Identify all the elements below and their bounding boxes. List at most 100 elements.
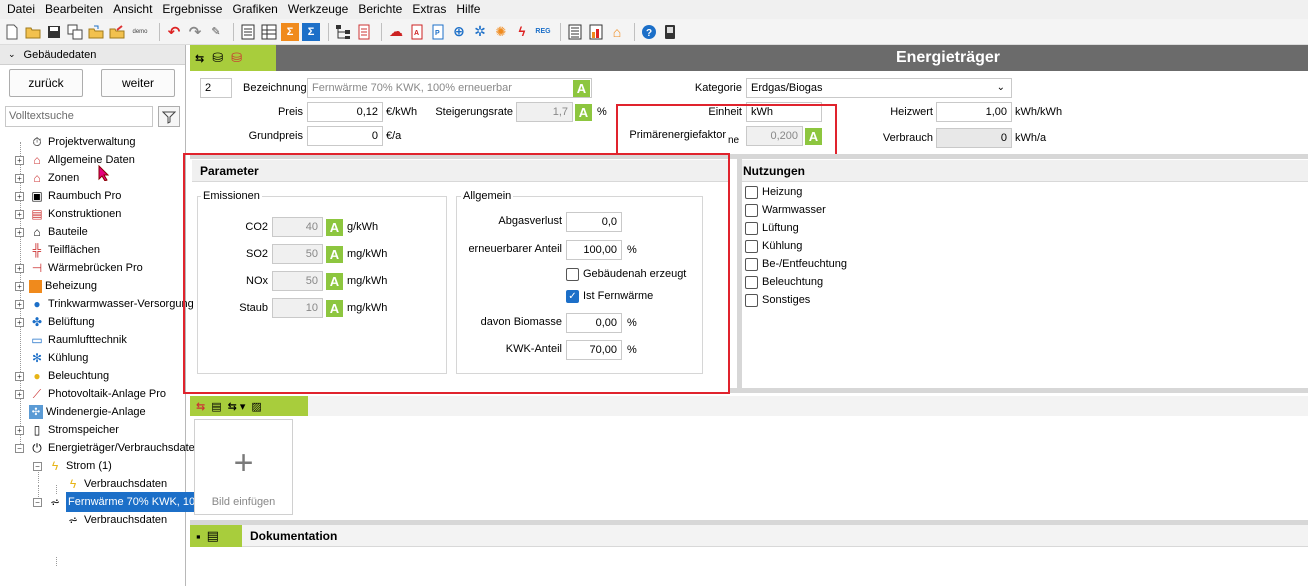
- database-red-icon[interactable]: ⛁: [231, 50, 242, 66]
- chart-icon[interactable]: [587, 23, 605, 41]
- checkbox-box[interactable]: [745, 293, 758, 307]
- tree-item-strom[interactable]: − ϟ Strom (1): [33, 457, 112, 475]
- report-icon[interactable]: [239, 23, 257, 41]
- help-icon[interactable]: ?: [640, 23, 658, 41]
- demo-icon[interactable]: demo: [129, 23, 151, 41]
- tree-item-waermebruecken[interactable]: + ⊣ Wärmebrücken Pro: [15, 259, 143, 277]
- tree-item-windenergie[interactable]: ✣ Windenergie-Anlage: [15, 403, 146, 421]
- tree-item-zonen[interactable]: + ⌂ Zonen: [15, 169, 79, 187]
- menu-grafiken[interactable]: Grafiken: [227, 0, 282, 19]
- calc-icon[interactable]: [355, 23, 373, 41]
- tree-item-beheizung[interactable]: + Beheizung: [15, 277, 97, 295]
- expand-icon[interactable]: +: [15, 371, 24, 381]
- document-icon[interactable]: ▤: [207, 528, 219, 544]
- expand-icon[interactable]: +: [15, 155, 24, 165]
- tree-item-raumbuch[interactable]: + ▣ Raumbuch Pro: [15, 187, 121, 205]
- reg-icon[interactable]: REG: [534, 23, 552, 41]
- kategorie-select[interactable]: Erdgas/Biogas ⌄: [746, 78, 1012, 98]
- expand-icon[interactable]: +: [15, 389, 24, 399]
- phone-icon[interactable]: [661, 23, 679, 41]
- forward-button[interactable]: weiter: [101, 69, 175, 97]
- auto-button-steigerung[interactable]: A: [575, 104, 592, 121]
- nutzung-kuehlung[interactable]: Kühlung: [745, 238, 802, 254]
- paste-icon[interactable]: ▤: [211, 400, 221, 413]
- menu-berichte[interactable]: Berichte: [353, 0, 407, 19]
- heat-icon[interactable]: ☁: [387, 23, 405, 41]
- checkbox-box[interactable]: [745, 221, 758, 235]
- menu-hilfe[interactable]: Hilfe: [451, 0, 485, 19]
- expand-icon[interactable]: +: [15, 425, 24, 435]
- copy-icon[interactable]: [66, 23, 84, 41]
- menu-ergebnisse[interactable]: Ergebnisse: [157, 0, 227, 19]
- redo-icon[interactable]: ↷: [186, 23, 204, 41]
- menu-bearbeiten[interactable]: Bearbeiten: [40, 0, 108, 19]
- tree-item-teilflaechen[interactable]: ╬ Teilflächen: [15, 241, 100, 259]
- left-panel-header[interactable]: ⌄ Gebäudedaten: [0, 45, 185, 65]
- sun-icon[interactable]: ✺: [492, 23, 510, 41]
- collapse-icon[interactable]: −: [15, 443, 24, 453]
- nr-field[interactable]: 2: [200, 78, 232, 98]
- bezeichnung-field[interactable]: Fernwärme 70% KWK, 100% erneuerbar: [307, 78, 592, 98]
- structure-icon[interactable]: [334, 23, 352, 41]
- add-link-icon[interactable]: ⇆: [196, 400, 205, 413]
- nutzung-lueftung[interactable]: Lüftung: [745, 220, 799, 236]
- back-button[interactable]: zurück: [9, 69, 83, 97]
- expand-icon[interactable]: +: [15, 281, 24, 291]
- save-icon[interactable]: [45, 23, 63, 41]
- export-icon[interactable]: [108, 23, 126, 41]
- settings-icon[interactable]: ✲: [471, 23, 489, 41]
- tree-item-konstruktionen[interactable]: + ▤ Konstruktionen: [15, 205, 121, 223]
- search-input[interactable]: Volltextsuche: [5, 106, 153, 127]
- filter-button[interactable]: [158, 106, 180, 127]
- nutzung-beleuchtung[interactable]: Beleuchtung: [745, 274, 823, 290]
- tree-item-allgemeine-daten[interactable]: + ⌂ Allgemeine Daten: [15, 151, 135, 169]
- verbrauch-field[interactable]: 0: [936, 128, 1012, 148]
- doc-icon[interactable]: P: [429, 23, 447, 41]
- open-folder-icon[interactable]: [24, 23, 42, 41]
- expand-icon[interactable]: +: [15, 299, 24, 309]
- tree-item-trinkwarmwasser[interactable]: + ● Trinkwarmwasser-Versorgung: [15, 295, 194, 313]
- nutzung-entfeuchtung[interactable]: Be-/Entfeuchtung: [745, 256, 847, 272]
- expand-icon[interactable]: +: [15, 173, 24, 183]
- tree-item-raumlufttechnik[interactable]: ▭ Raumlufttechnik: [15, 331, 127, 349]
- expand-icon[interactable]: +: [15, 317, 24, 327]
- lightning-icon[interactable]: ϟ: [513, 23, 531, 41]
- tree-item-energietraeger[interactable]: − ⏻ Energieträger/Verbrauchsdaten: [15, 439, 201, 457]
- table-icon[interactable]: [260, 23, 278, 41]
- heizwert-field[interactable]: 1,00: [936, 102, 1012, 122]
- nutzung-warmwasser[interactable]: Warmwasser: [745, 202, 826, 218]
- checkbox-box[interactable]: [745, 275, 758, 289]
- tree-item-belueftung[interactable]: + ✤ Belüftung: [15, 313, 94, 331]
- auto-button-bezeichnung[interactable]: A: [573, 80, 590, 97]
- zoom-icon[interactable]: ⊕: [450, 23, 468, 41]
- chevron-down-icon[interactable]: ⌄: [8, 49, 16, 60]
- tree-item-kuehlung[interactable]: ✻ Kühlung: [15, 349, 88, 367]
- expand-icon[interactable]: +: [15, 209, 24, 219]
- nutzung-heizung[interactable]: Heizung: [745, 184, 802, 200]
- checkbox-box[interactable]: [745, 239, 758, 253]
- database-icon[interactable]: ⛁: [212, 50, 223, 66]
- expand-icon[interactable]: +: [15, 191, 24, 201]
- preis-field[interactable]: 0,12: [307, 102, 383, 122]
- tree-item-strom-verbrauchsdaten[interactable]: ϟ Verbrauchsdaten: [51, 475, 167, 493]
- undo-icon[interactable]: ↶: [165, 23, 183, 41]
- steigerung-field[interactable]: 1,7: [516, 102, 573, 122]
- menu-extras[interactable]: Extras: [407, 0, 451, 19]
- save-icon[interactable]: ▪: [196, 529, 201, 544]
- image-icon[interactable]: ▨: [251, 400, 261, 413]
- move-icon[interactable]: ⇆: [195, 52, 204, 65]
- checkbox-box[interactable]: [745, 257, 758, 271]
- menu-werkzeuge[interactable]: Werkzeuge: [283, 0, 353, 19]
- nutzung-sonstiges[interactable]: Sonstiges: [745, 292, 810, 308]
- collapse-icon[interactable]: −: [33, 497, 42, 507]
- tree-item-projektverwaltung[interactable]: ⏱ Projektverwaltung: [15, 133, 135, 151]
- collapse-icon[interactable]: −: [33, 461, 42, 471]
- expand-icon[interactable]: +: [15, 263, 24, 273]
- expand-icon[interactable]: +: [15, 227, 24, 237]
- checkbox-box[interactable]: [745, 203, 758, 217]
- tree-item-bauteile[interactable]: + ⌂ Bauteile: [15, 223, 88, 241]
- tree-item-beleuchtung[interactable]: + ● Beleuchtung: [15, 367, 109, 385]
- open-project-icon[interactable]: [87, 23, 105, 41]
- tree-item-fernwaerme-verbrauchsdaten[interactable]: ⩫ Verbrauchsdaten: [51, 511, 167, 529]
- tree-item-stromspeicher[interactable]: + ▯ Stromspeicher: [15, 421, 119, 439]
